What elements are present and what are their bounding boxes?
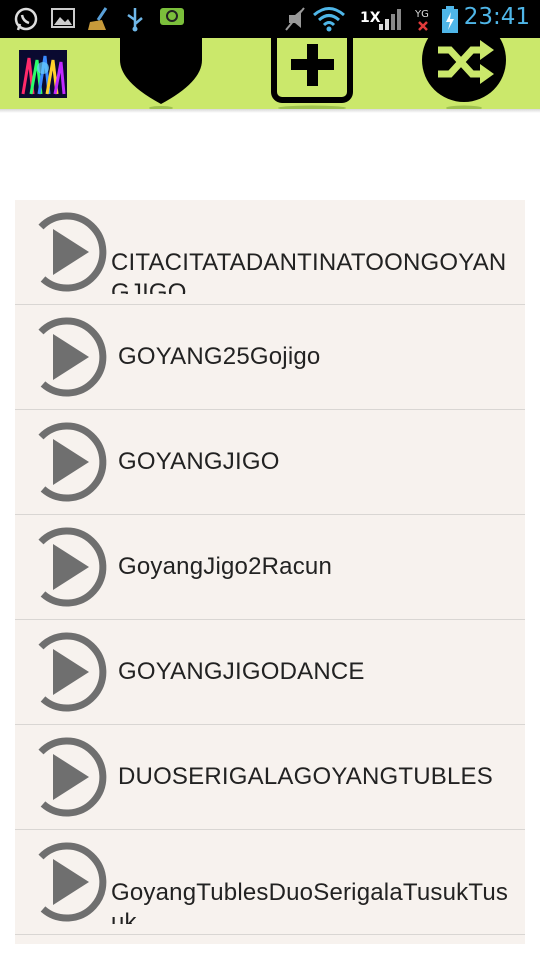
favorite-heart-icon[interactable] — [116, 38, 206, 110]
clock: 23:41 — [463, 4, 530, 30]
play-icon[interactable] — [27, 526, 113, 608]
whatsapp-icon — [14, 7, 38, 31]
play-icon[interactable] — [27, 841, 113, 923]
list-item[interactable]: CITACITATADANTINATOONGOYANGJIGO — [15, 200, 525, 305]
app-logo[interactable] — [19, 50, 67, 98]
list-item[interactable]: DUOSERIGALAGOYANGTUBLES — [15, 725, 525, 830]
no-sim-icon: YG — [414, 9, 429, 31]
song-title: GOYANGJIGO — [118, 448, 280, 475]
list-item[interactable]: GoyangJigo2Racun — [15, 515, 525, 620]
play-icon[interactable] — [27, 736, 113, 818]
song-title: GOYANG25Gojigo — [118, 343, 321, 370]
sms-icon — [160, 8, 184, 25]
list-item[interactable]: GoyangTublesDuoSerigalaTusukTusuk — [15, 830, 525, 935]
shuffle-icon[interactable] — [420, 38, 510, 110]
wifi-icon — [313, 7, 345, 32]
song-list[interactable]: CITACITATADANTINATOONGOYANGJIGO GOYANG25G… — [15, 200, 525, 944]
svg-text:YG: YG — [414, 9, 429, 20]
list-item[interactable]: GOYANGJIGODANCE — [15, 620, 525, 725]
play-icon[interactable] — [27, 421, 113, 503]
list-item[interactable]: GOYANG25Gojigo — [15, 305, 525, 410]
usb-icon — [127, 8, 143, 32]
signal-icon — [379, 9, 401, 30]
status-bar: 1X YG 23:41 — [0, 0, 540, 38]
mute-icon — [285, 7, 305, 31]
action-bar-shadow — [0, 109, 540, 113]
play-icon[interactable] — [27, 316, 113, 398]
song-title: CITACITATADANTINATOONGOYANGJIGO — [111, 249, 507, 294]
song-title: GoyangJigo2Racun — [118, 553, 333, 580]
action-bar — [0, 38, 540, 110]
gallery-icon — [51, 8, 75, 28]
song-title: DUOSERIGALAGOYANGTUBLES — [118, 763, 493, 790]
song-title: GoyangTublesDuoSerigalaTusukTusuk — [111, 879, 509, 924]
cleaner-icon — [88, 7, 108, 30]
play-icon[interactable] — [27, 631, 113, 713]
song-title: GOYANGJIGODANCE — [118, 658, 365, 685]
list-item[interactable]: GOYANGJIGO — [15, 410, 525, 515]
battery-charging-icon — [442, 6, 458, 33]
play-icon[interactable] — [27, 211, 113, 293]
add-playlist-icon[interactable] — [270, 38, 354, 110]
